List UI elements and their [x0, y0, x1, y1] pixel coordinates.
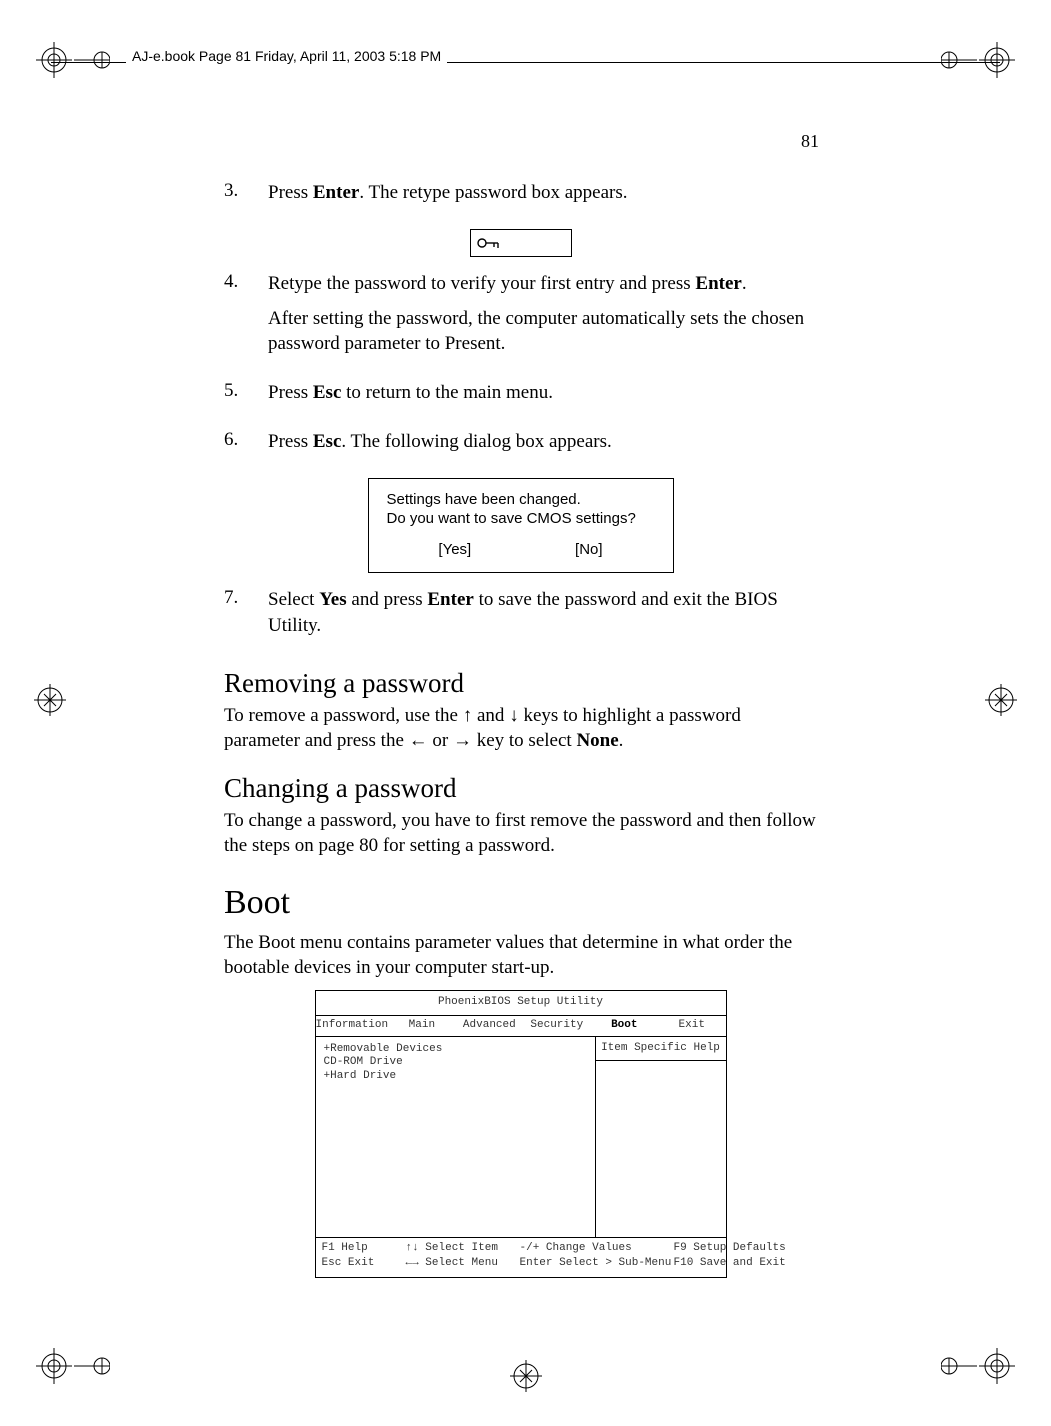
bios-footer-enter-submenu: Enter Select > Sub-Menu — [520, 1257, 670, 1271]
removing-text-e: key to select — [472, 730, 576, 751]
removing-password-paragraph: To remove a password, use the ↑ and ↓ ke… — [224, 703, 817, 753]
bios-footer-esc-exit: Esc Exit — [322, 1257, 402, 1271]
step-7-text-a: Select — [268, 589, 319, 610]
heading-boot: Boot — [224, 884, 817, 922]
bios-footer-change-values: -/+ Change Values — [520, 1242, 670, 1256]
removing-text-d: or — [428, 730, 453, 751]
password-box-figure — [224, 229, 817, 257]
bios-boot-item-cdrom: CD-ROM Drive — [324, 1056, 587, 1070]
bios-footer-f1-help: F1 Help — [322, 1242, 402, 1256]
step-6-bold-a: Esc — [313, 431, 342, 452]
bios-menu-security: Security — [523, 1016, 590, 1036]
step-5-bold-a: Esc — [313, 382, 342, 403]
bios-menu-information: Information — [316, 1016, 389, 1036]
bios-footer-select-menu: ←→ Select Menu — [406, 1257, 516, 1271]
bios-menu-advanced: Advanced — [456, 1016, 523, 1036]
bios-menu-main: Main — [388, 1016, 455, 1036]
removing-text-f: . — [619, 730, 624, 751]
removing-bold-none: None — [576, 730, 618, 751]
step-4-line2: After setting the password, the computer… — [268, 306, 817, 356]
removing-text-a: To remove a password, use the — [224, 705, 463, 726]
step-5-text-b: to return to the main menu. — [341, 382, 553, 403]
changing-password-paragraph: To change a password, you have to first … — [224, 808, 817, 858]
step-3-number: 3. — [224, 180, 244, 215]
step-3-text-a: Press — [268, 182, 313, 203]
step-4: 4. Retype the password to verify your fi… — [224, 271, 817, 366]
step-7: 7. Select Yes and press Enter to save th… — [224, 587, 817, 647]
page-number: 81 — [801, 131, 819, 152]
step-3-bold-a: Enter — [313, 182, 359, 203]
step-3: 3. Press Enter. The retype password box … — [224, 180, 817, 215]
step-6-text-b: . The following dialog box appears. — [341, 431, 611, 452]
bios-setup-figure: PhoenixBIOS Setup Utility Information Ma… — [315, 990, 727, 1278]
step-6: 6. Press Esc. The following dialog box a… — [224, 429, 817, 464]
cmos-dialog-figure: Settings have been changed. Do you want … — [224, 478, 817, 573]
step-4-line1-a: Retype the password to verify your first… — [268, 273, 695, 294]
heading-removing-password: Removing a password — [224, 668, 817, 699]
removing-text-b: and — [472, 705, 509, 726]
key-icon — [477, 236, 503, 250]
step-5-number: 5. — [224, 380, 244, 415]
cmos-dialog-no-option: [No] — [575, 541, 603, 558]
step-6-text-a: Press — [268, 431, 313, 452]
registration-mark-top-right — [941, 30, 1021, 90]
step-7-bold-a: Yes — [319, 589, 346, 610]
step-5-text-a: Press — [268, 382, 313, 403]
step-7-number: 7. — [224, 587, 244, 647]
heading-changing-password: Changing a password — [224, 773, 817, 804]
bios-menu-boot: Boot — [591, 1016, 658, 1036]
cmos-dialog-yes-option: [Yes] — [438, 541, 471, 558]
step-7-bold-b: Enter — [427, 589, 473, 610]
registration-mark-bottom-right — [941, 1336, 1021, 1396]
step-4-line1-bold: Enter — [695, 273, 741, 294]
bios-footer-setup-defaults: F9 Setup Defaults — [674, 1242, 786, 1256]
bios-footer-save-exit: F10 Save and Exit — [674, 1257, 786, 1271]
registration-mark-bottom-left — [30, 1336, 110, 1396]
registration-mark-top-left — [30, 30, 110, 90]
bios-left-pane: +Removable Devices CD-ROM Drive +Hard Dr… — [316, 1037, 595, 1237]
bios-right-head: Item Specific Help — [596, 1037, 726, 1062]
right-arrow-icon: → — [453, 730, 472, 751]
up-arrow-icon: ↑ — [463, 705, 473, 726]
step-4-number: 4. — [224, 271, 244, 366]
cmos-dialog-line2: Do you want to save CMOS settings? — [387, 510, 655, 527]
bios-boot-item-harddrive: +Hard Drive — [324, 1070, 587, 1084]
bios-title: PhoenixBIOS Setup Utility — [316, 991, 726, 1015]
left-arrow-icon: ← — [409, 730, 428, 751]
bios-menu-exit: Exit — [658, 1016, 725, 1036]
step-4-line1-b: . — [742, 273, 747, 294]
bios-right-pane: Item Specific Help — [595, 1037, 726, 1237]
bios-menu-bar: Information Main Advanced Security Boot … — [316, 1015, 726, 1037]
registration-mark-mid-left — [30, 680, 70, 720]
boot-paragraph: The Boot menu contains parameter values … — [224, 930, 817, 980]
step-5: 5. Press Esc to return to the main menu. — [224, 380, 817, 415]
registration-mark-mid-right — [981, 680, 1021, 720]
cmos-dialog-line1: Settings have been changed. — [387, 491, 655, 508]
bios-footer: F1 Help ↑↓ Select Item -/+ Change Values… — [316, 1237, 726, 1278]
registration-mark-bottom-center — [506, 1356, 546, 1396]
running-header: AJ-e.book Page 81 Friday, April 11, 2003… — [126, 48, 447, 64]
step-7-text-b: and press — [347, 589, 428, 610]
down-arrow-icon: ↓ — [509, 705, 519, 726]
bios-boot-item-removable: +Removable Devices — [324, 1043, 587, 1057]
step-6-number: 6. — [224, 429, 244, 464]
step-3-text-b: . The retype password box appears. — [359, 182, 627, 203]
bios-footer-select-item: ↑↓ Select Item — [406, 1242, 516, 1256]
